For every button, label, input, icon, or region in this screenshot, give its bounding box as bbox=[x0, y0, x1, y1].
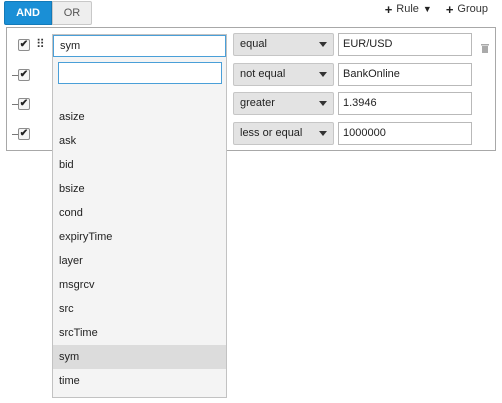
caret-down-icon[interactable]: ▼ bbox=[423, 4, 432, 14]
and-button[interactable]: AND bbox=[4, 1, 52, 25]
operator-select[interactable]: equal bbox=[233, 33, 334, 56]
add-group-button[interactable]: + Group bbox=[445, 1, 488, 17]
value-input[interactable]: EUR/USD bbox=[338, 33, 472, 56]
drag-handle-icon[interactable]: ⠿ bbox=[36, 38, 45, 50]
dropdown-arrow-icon bbox=[319, 101, 327, 106]
or-button[interactable]: OR bbox=[52, 1, 92, 25]
dropdown-arrow-icon bbox=[319, 72, 327, 77]
tree-connector bbox=[12, 134, 18, 135]
field-select[interactable]: sym bbox=[53, 35, 226, 57]
operator-select[interactable]: greater bbox=[233, 92, 334, 115]
field-option[interactable]: expiryTime bbox=[53, 225, 226, 249]
field-option[interactable]: bid bbox=[53, 153, 226, 177]
field-option[interactable]: msgrcv bbox=[53, 273, 226, 297]
rule-checkbox[interactable]: ✔ bbox=[18, 39, 30, 51]
tree-connector bbox=[12, 104, 18, 105]
field-option[interactable]: cond bbox=[53, 201, 226, 225]
add-group-label: Group bbox=[457, 3, 488, 15]
field-option[interactable]: asize bbox=[53, 105, 226, 129]
field-option[interactable]: srcTime bbox=[53, 321, 226, 345]
add-rule-label: Rule bbox=[396, 3, 419, 15]
field-dropdown: sym asize ask bid bsize cond expiryTime layer m… bbox=[52, 34, 227, 398]
top-actions: + Rule ▼ + Group bbox=[384, 1, 488, 17]
field-option[interactable]: time bbox=[53, 369, 226, 393]
field-option[interactable]: sym bbox=[53, 345, 226, 369]
field-option[interactable]: ask bbox=[53, 129, 226, 153]
operator-label: not equal bbox=[240, 68, 286, 80]
plus-icon: + bbox=[384, 1, 393, 17]
operator-select[interactable]: not equal bbox=[233, 63, 334, 86]
rule-checkbox[interactable]: ✔ bbox=[18, 69, 30, 81]
operator-label: equal bbox=[240, 38, 267, 50]
operator-label: less or equal bbox=[240, 127, 303, 139]
rule-checkbox[interactable]: ✔ bbox=[18, 98, 30, 110]
tree-connector bbox=[12, 75, 18, 76]
operator-label: greater bbox=[240, 97, 275, 109]
field-option[interactable]: layer bbox=[53, 249, 226, 273]
field-option[interactable]: bsize bbox=[53, 177, 226, 201]
field-option[interactable]: src bbox=[53, 297, 226, 321]
trash-icon[interactable] bbox=[481, 44, 489, 53]
plus-icon: + bbox=[445, 1, 454, 17]
dropdown-arrow-icon bbox=[319, 42, 327, 47]
rule-checkbox[interactable]: ✔ bbox=[18, 128, 30, 140]
logic-toggle: AND OR bbox=[4, 1, 92, 25]
field-search-input[interactable] bbox=[58, 62, 222, 84]
value-input[interactable]: 1.3946 bbox=[338, 92, 472, 115]
value-input[interactable]: 1000000 bbox=[338, 122, 472, 145]
value-input[interactable]: BankOnline bbox=[338, 63, 472, 86]
dropdown-arrow-icon bbox=[319, 131, 327, 136]
add-rule-button[interactable]: + Rule ▼ bbox=[384, 1, 432, 17]
operator-select[interactable]: less or equal bbox=[233, 122, 334, 145]
